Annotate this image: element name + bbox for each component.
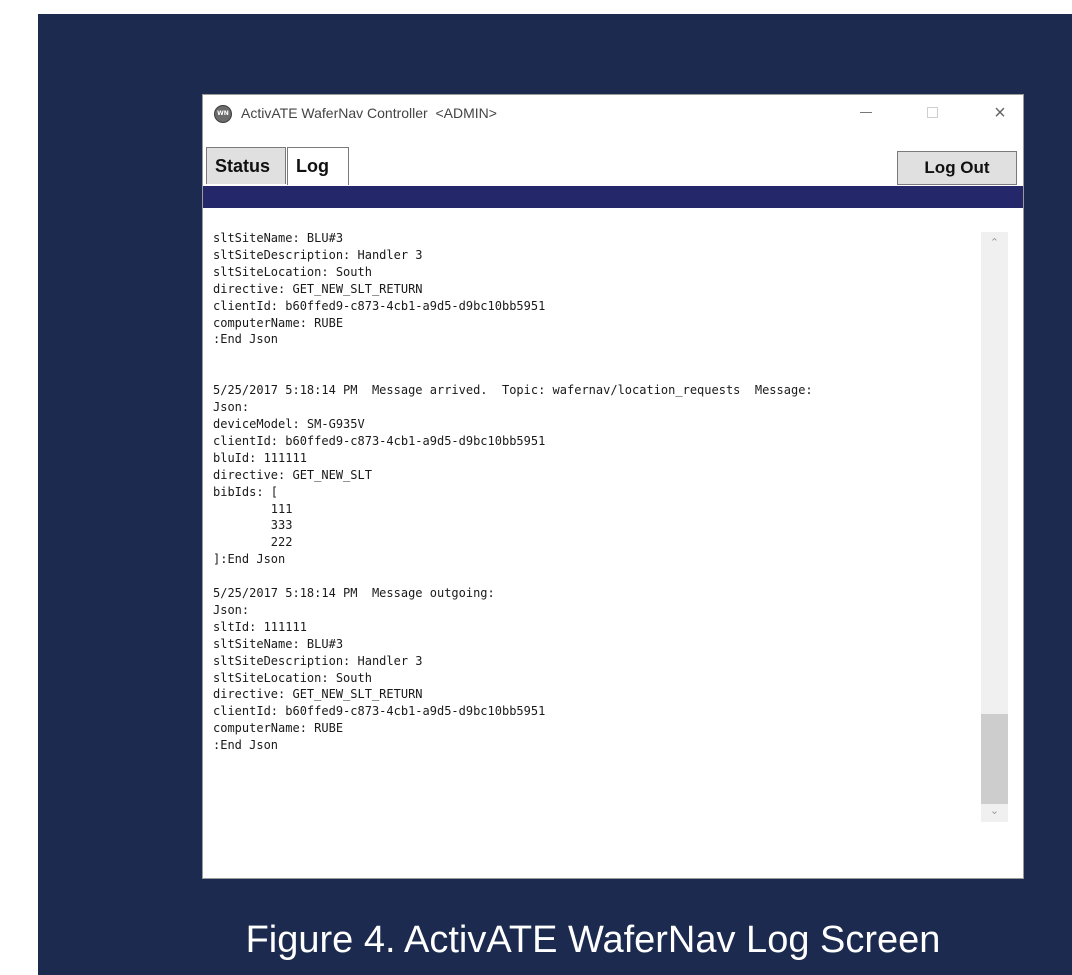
wafernav-app-icon: WN <box>214 105 232 123</box>
vertical-scrollbar[interactable]: ⌃ ⌄ <box>981 232 1008 822</box>
scroll-thumb[interactable] <box>981 714 1008 804</box>
close-button[interactable]: × <box>977 95 1023 133</box>
tab-log[interactable]: Log <box>287 147 349 185</box>
header-bar <box>203 186 1023 208</box>
tab-status[interactable]: Status <box>206 147 286 184</box>
log-panel: sltSiteName: BLU#3 sltSiteDescription: H… <box>203 208 1023 878</box>
title-bar[interactable]: WN ActivATE WaferNav Controller <ADMIN> … <box>203 95 1023 133</box>
scroll-down-icon[interactable]: ⌄ <box>981 800 1008 822</box>
figure-panel: WN ActivATE WaferNav Controller <ADMIN> … <box>38 14 1072 975</box>
app-window: WN ActivATE WaferNav Controller <ADMIN> … <box>202 94 1024 879</box>
scroll-up-icon[interactable]: ⌃ <box>981 232 1008 254</box>
log-out-button[interactable]: Log Out <box>897 151 1017 185</box>
minimize-button[interactable] <box>843 95 889 133</box>
log-textbox[interactable]: sltSiteName: BLU#3 sltSiteDescription: H… <box>213 230 983 850</box>
window-title: ActivATE WaferNav Controller <ADMIN> <box>241 105 497 121</box>
close-icon: × <box>994 102 1006 124</box>
minimize-icon <box>860 112 872 114</box>
maximize-button[interactable] <box>909 95 955 133</box>
figure-caption: Figure 4. ActivATE WaferNav Log Screen <box>245 919 941 961</box>
maximize-icon <box>926 107 938 119</box>
